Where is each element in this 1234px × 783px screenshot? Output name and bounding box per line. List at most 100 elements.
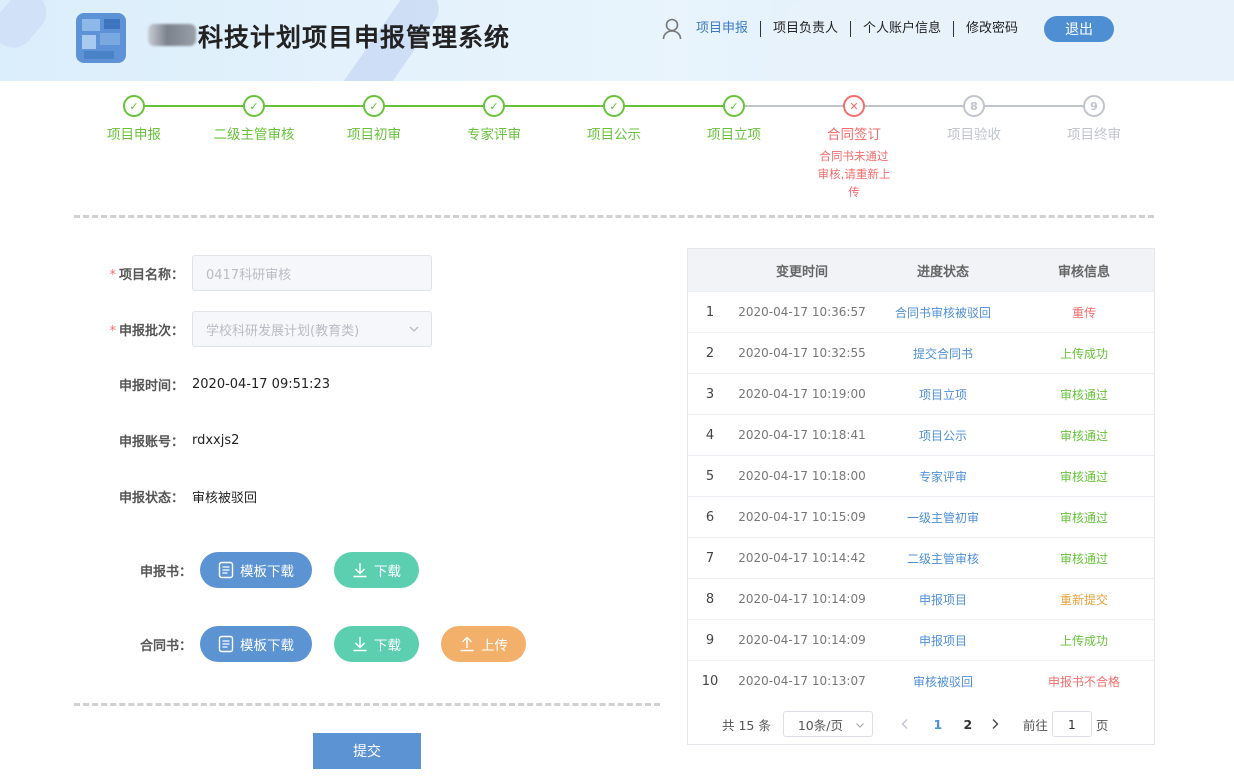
check-icon: ✓ [243, 95, 265, 117]
column-header-info: 审核信息 [1057, 264, 1110, 280]
step-expert-review: ✓ 专家评审 [434, 95, 554, 143]
project-name-label: * 项目名称： [109, 267, 184, 283]
row-review-info: 审核通过 [1059, 428, 1108, 443]
upload-icon [460, 636, 474, 652]
table-row: 2 2020-04-17 10:32:55 提交合同书 上传成功 [688, 332, 1154, 373]
row-review-info: 审核通过 [1059, 387, 1108, 402]
row-index: 2 [705, 345, 715, 361]
step-initial-review: ✓ 项目初审 [314, 95, 434, 143]
goto-label: 前往 [1022, 717, 1048, 733]
step-label: 项目公示 [587, 127, 641, 143]
table-row: 1 2020-04-17 10:36:57 合同书审核被驳回 重传 [688, 291, 1154, 332]
apply-time-label: 申报时间： [118, 379, 184, 394]
chevron-left-icon [901, 719, 908, 729]
divider [74, 703, 660, 706]
prev-page-button[interactable] [897, 718, 913, 730]
row-review-info: 重新提交 [1059, 592, 1108, 607]
contract-download-button[interactable]: 下载 [334, 626, 419, 662]
nav-project-apply[interactable]: 项目申报 [696, 21, 762, 37]
table-row: 10 2020-04-17 10:13:07 审核被驳回 申报书不合格 [688, 660, 1154, 701]
page-1-button[interactable]: 1 [923, 717, 953, 732]
step-label: 二级主管审核 [213, 127, 295, 143]
apply-time-value: 2020-04-17 09:51:23 [192, 377, 331, 392]
page-size-value: 10条/页 [797, 717, 843, 733]
table-row: 4 2020-04-17 10:18:41 项目公示 审核通过 [688, 414, 1154, 455]
submit-button[interactable]: 提交 [313, 733, 421, 769]
apply-time-row: 申报时间： 2020-04-17 09:51:23 [74, 375, 654, 394]
table-row: 5 2020-04-17 10:18:00 专家评审 审核通过 [688, 455, 1154, 496]
download-icon [353, 637, 367, 652]
step-label: 项目申报 [107, 127, 161, 143]
check-icon: ✓ [363, 95, 385, 117]
page-unit-label: 页 [1095, 717, 1109, 733]
row-index: 3 [705, 386, 715, 402]
table-row: 3 2020-04-17 10:19:00 项目立项 审核通过 [688, 373, 1154, 414]
row-review-info: 上传成功 [1059, 346, 1108, 361]
goto-page-input[interactable]: 1 [1051, 711, 1092, 737]
table-body: 1 2020-04-17 10:36:57 合同书审核被驳回 重传 2 2020-04-1… [688, 291, 1154, 701]
application-template-download-button[interactable]: 模板下载 [200, 552, 312, 588]
project-name-input[interactable]: 0417科研审核 [192, 255, 432, 291]
pagination-total: 共 15 条 [722, 717, 771, 733]
check-icon: ✓ [603, 95, 625, 117]
step-final-review: 9 项目终审 [1034, 95, 1154, 143]
row-progress: 申报项目 [918, 592, 967, 607]
check-icon: ✓ [483, 95, 505, 117]
step-number: 9 [1083, 95, 1105, 117]
row-progress: 项目立项 [918, 387, 967, 402]
logo-icon [76, 13, 126, 63]
history-table: 变更时间 进度状态 审核信息 1 2020-04-17 10:36:57 合同书审核… [687, 248, 1155, 745]
next-page-button[interactable] [987, 718, 1003, 730]
row-time: 2020-04-17 10:14:42 [738, 551, 866, 565]
row-index: 9 [705, 632, 715, 648]
step-secondary-review: ✓ 二级主管审核 [194, 95, 314, 143]
row-time: 2020-04-17 10:36:57 [738, 305, 866, 319]
page-size-select[interactable]: 10条/页 [782, 711, 873, 737]
row-progress: 一级主管初审 [906, 510, 979, 525]
user-icon [662, 18, 682, 40]
step-error-description: 合同书未通过审核,请重新上传 [817, 149, 891, 199]
row-time: 2020-04-17 10:19:00 [738, 387, 866, 401]
step-label: 专家评审 [467, 127, 521, 143]
batch-row: * 申报批次： 学校科研发展计划(教育类) [74, 311, 654, 347]
row-review-info: 重传 [1071, 305, 1096, 320]
application-download-button[interactable]: 下载 [334, 552, 419, 588]
step-label: 项目初审 [347, 127, 401, 143]
batch-select[interactable]: 学校科研发展计划(教育类) [192, 311, 432, 347]
contract-doc-row: 合同书： 模板下载 下载 上传 [74, 626, 654, 662]
column-header-progress: 进度状态 [916, 264, 969, 280]
document-icon [218, 635, 234, 653]
nav-project-leader[interactable]: 项目负责人 [761, 21, 852, 37]
status-value: 审核被驳回 [192, 491, 258, 506]
step-label: 项目立项 [707, 127, 761, 143]
contract-doc-label: 合同书： [139, 638, 192, 654]
contract-upload-button[interactable]: 上传 [441, 626, 526, 662]
project-name-row: * 项目名称： 0417科研审核 [74, 255, 654, 291]
row-review-info: 审核通过 [1059, 551, 1108, 566]
row-review-info: 上传成功 [1059, 633, 1108, 648]
logout-button[interactable]: 退出 [1044, 16, 1115, 42]
chevron-down-icon [855, 723, 864, 728]
contract-template-download-button[interactable]: 模板下载 [200, 626, 312, 662]
row-time: 2020-04-17 10:13:07 [738, 674, 866, 688]
chevron-down-icon [409, 326, 419, 332]
step-contract: ✕ 合同签订 合同书未通过审核,请重新上传 [794, 95, 914, 201]
step-project-apply: ✓ 项目申报 [74, 95, 194, 143]
row-review-info: 审核通过 [1059, 510, 1108, 525]
header: 科技计划项目申报管理系统 项目申报 项目负责人 个人账户信息 修改密码 退出 [0, 0, 1234, 81]
nav-change-password[interactable]: 修改密码 [954, 21, 1030, 37]
progress-steps: ✓ 项目申报 ✓ 二级主管审核 ✓ 项目初审 ✓ 专家评审 ✓ 项目公示 ✓ 项… [74, 95, 1154, 205]
account-value: rdxxjs2 [192, 433, 240, 448]
nav-account-info[interactable]: 个人账户信息 [851, 21, 955, 37]
row-review-info: 审核通过 [1059, 469, 1108, 484]
step-label: 项目终审 [1067, 127, 1121, 143]
table-row: 7 2020-04-17 10:14:42 二级主管审核 审核通过 [688, 537, 1154, 578]
row-index: 4 [705, 427, 715, 443]
check-icon: ✓ [723, 95, 745, 117]
step-acceptance: 8 项目验收 [914, 95, 1034, 143]
row-progress: 二级主管审核 [906, 551, 979, 566]
top-nav: 项目申报 项目负责人 个人账户信息 修改密码 退出 [662, 16, 1115, 42]
row-progress: 项目公示 [918, 428, 967, 443]
page-2-button[interactable]: 2 [953, 717, 983, 732]
table-row: 6 2020-04-17 10:15:09 一级主管初审 审核通过 [688, 496, 1154, 537]
